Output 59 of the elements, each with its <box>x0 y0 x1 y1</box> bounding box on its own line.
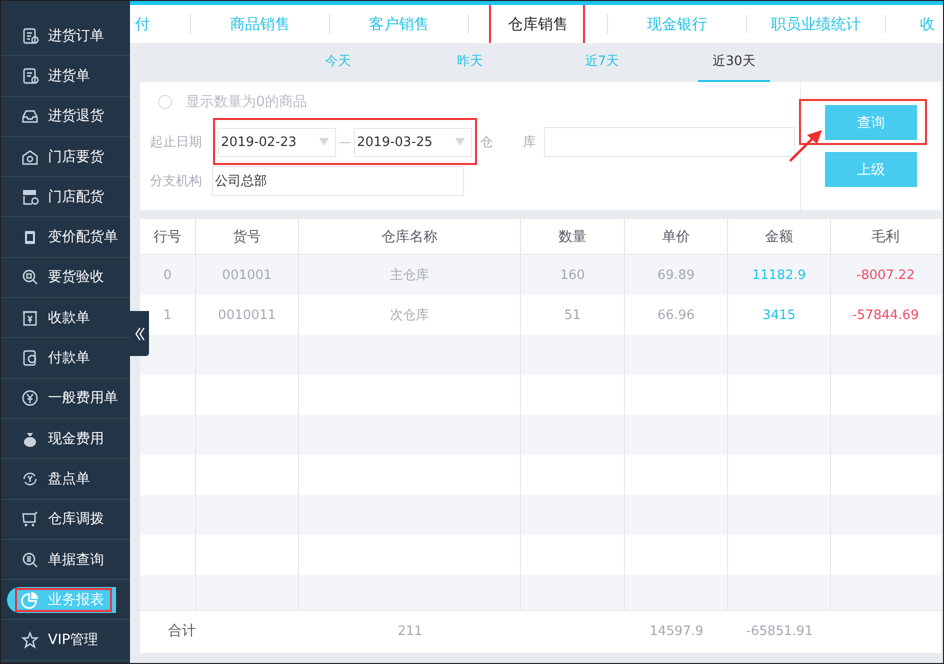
sidebar-item[interactable]: 变价配货单 <box>1 217 130 258</box>
column-header: 行号 <box>140 219 196 254</box>
yen-icon <box>21 389 39 408</box>
table-cell: 69.89 <box>625 255 728 295</box>
house-icon <box>21 148 39 166</box>
radio-button[interactable] <box>158 95 172 109</box>
warehouse-label: 仓 库 <box>480 134 538 151</box>
table-cell: 0 <box>140 255 196 295</box>
total-label: 合计 <box>168 622 196 640</box>
sidebar-item[interactable]: 门店要货 <box>1 136 130 178</box>
search-icon <box>21 550 39 568</box>
branch-field[interactable]: 公司总部 <box>212 166 464 196</box>
document-icon <box>21 349 39 368</box>
radio-label: 显示数量为0的商品 <box>186 93 307 111</box>
sidebar-item[interactable]: 门店配货 <box>1 177 130 218</box>
warehouse-field[interactable] <box>544 127 795 157</box>
table-cell: 160 <box>521 255 625 295</box>
column-header: 金额 <box>728 219 831 254</box>
total-cell: 14597.9 <box>650 624 704 638</box>
sidebar-item[interactable]: 仓库调拨 <box>1 500 130 540</box>
dropdown-arrow-icon <box>455 138 465 146</box>
table-cell-text: -57844.69 <box>851 306 920 324</box>
document-icon <box>21 26 39 45</box>
double-chevron-icon <box>134 326 144 340</box>
column-header: 仓库名称 <box>299 219 521 254</box>
table-cell: 主仓库 <box>299 255 521 295</box>
star-icon <box>21 631 39 650</box>
collapse-button[interactable] <box>130 311 149 356</box>
column-header: 单价 <box>625 219 728 254</box>
sidebar-item[interactable]: 现金费用 <box>1 418 130 460</box>
column-header: 数量 <box>521 219 625 254</box>
column-header: 货号 <box>196 219 299 254</box>
column-header: 毛利 <box>870 228 900 246</box>
table-cell: 001001 <box>196 255 299 295</box>
total-cell: -65851.91 <box>746 624 813 638</box>
sidebar-item[interactable]: 进货单 <box>1 56 130 97</box>
sidebar-item[interactable]: 要货验收 <box>1 258 130 298</box>
date-label: 起止日期 <box>150 134 203 151</box>
table-cell-text: -8007.22 <box>855 266 916 284</box>
table-cell: 11182.9 <box>728 255 831 295</box>
dropdown-arrow-icon <box>319 138 329 146</box>
receipt-icon <box>21 308 39 327</box>
document-icon <box>21 66 39 85</box>
date-select[interactable]: 2019-02-23 <box>218 128 336 156</box>
sidebar-item[interactable]: 进货退货 <box>1 96 130 137</box>
sidebar-item[interactable]: 一般费用单 <box>1 378 130 419</box>
sidebar-item[interactable]: 盘点单 <box>1 459 130 500</box>
magnifier-icon <box>21 268 39 286</box>
shop-icon <box>21 188 39 206</box>
sidebar-item[interactable]: VIP管理 <box>1 620 130 661</box>
total-cell: 211 <box>398 624 422 638</box>
cart-icon <box>21 510 39 528</box>
pie-chart-icon <box>21 590 39 609</box>
branch-label: 分支机构 <box>150 173 203 190</box>
sidebar-item[interactable]: 付款单 <box>1 338 130 379</box>
tab[interactable]: 仓库销售 <box>508 14 568 34</box>
date-select[interactable]: 2019-03-25 <box>354 128 472 156</box>
date-separator: — <box>339 135 351 149</box>
coin-icon <box>21 470 39 488</box>
